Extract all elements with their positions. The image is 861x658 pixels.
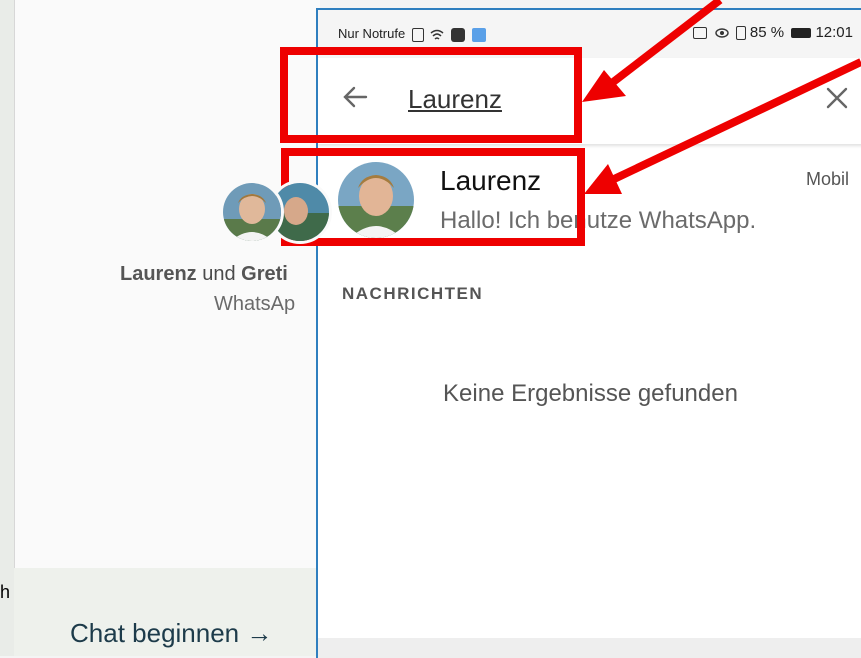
clock: 12:01 (815, 24, 853, 41)
left-edge-strip (0, 0, 15, 656)
battery-percent: 85 % (749, 24, 785, 41)
edge-text: h (0, 582, 11, 602)
section-header-messages: NACHRICHTEN (342, 284, 484, 303)
carrier-text: Nur Notrufe (338, 26, 406, 41)
app-icon (451, 27, 466, 42)
vibrate-icon (735, 26, 746, 41)
bottom-bar (318, 638, 861, 658)
background-screen: Laurenz und Greti WhatsAp h Chat beginne… (0, 0, 332, 656)
eye-icon (714, 26, 729, 40)
wifi-icon (430, 28, 444, 42)
empty-state-text: Keine Ergebnisse gefunden (443, 380, 738, 407)
status-left: Nur Notrufe (338, 26, 486, 42)
photo-icon (471, 27, 486, 42)
participants-subtext: WhatsAp (214, 293, 296, 315)
sim-icon (411, 27, 424, 42)
battery-icon (791, 28, 812, 39)
cast-icon (693, 27, 708, 40)
chat-beginnen-button[interactable]: Chat beginnen → (70, 618, 272, 649)
status-right: 85 % 12:01 (690, 24, 853, 41)
close-icon[interactable] (823, 84, 851, 112)
contact-type: Mobil (805, 169, 849, 189)
avatar (220, 180, 284, 244)
participants-text: Laurenz und Greti (120, 263, 288, 285)
highlight-box-search (280, 47, 582, 143)
